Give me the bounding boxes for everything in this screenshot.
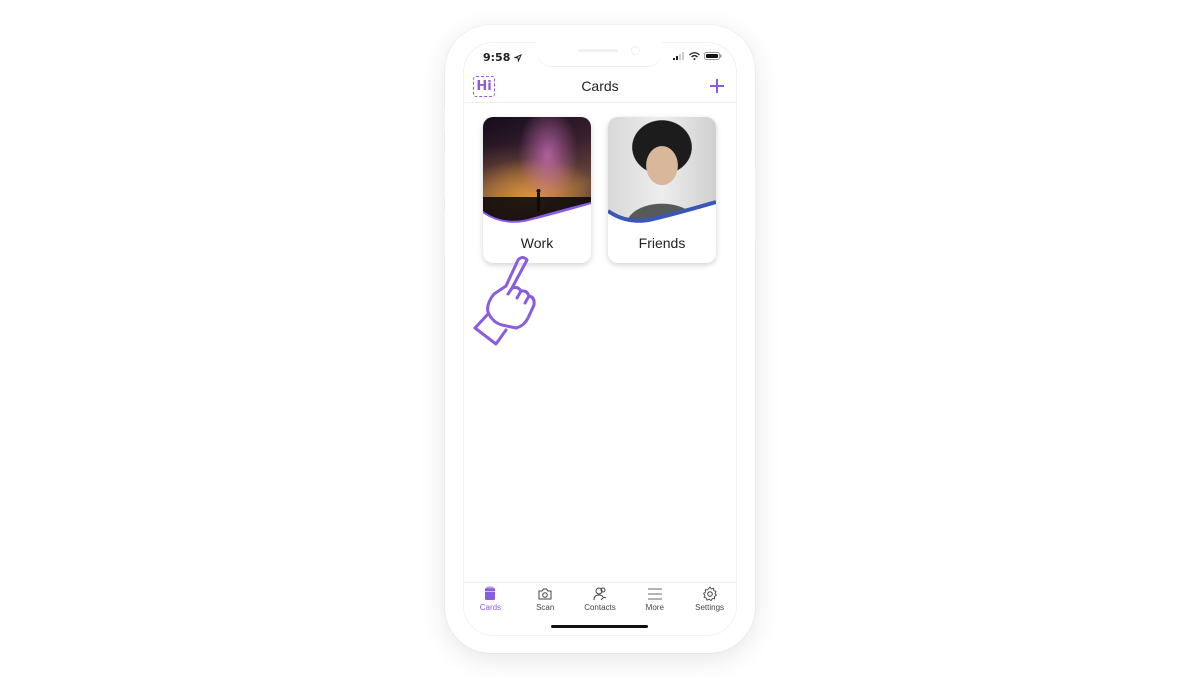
- home-indicator[interactable]: [551, 625, 648, 628]
- card-wave: [483, 197, 591, 227]
- card-label: Friends: [638, 235, 686, 251]
- tab-label: Contacts: [584, 603, 616, 612]
- tab-label: Settings: [695, 603, 725, 612]
- speaker: [578, 49, 618, 52]
- notch: [537, 42, 662, 66]
- location-arrow-icon: [513, 54, 523, 63]
- contacts-icon: [593, 587, 607, 601]
- plus-icon[interactable]: [709, 78, 725, 94]
- signal-icon: [673, 52, 684, 60]
- status-time: 9:58: [483, 51, 523, 64]
- card-label: Work: [520, 235, 554, 251]
- tab-label: Scan: [536, 603, 555, 612]
- tab-bar: Cards Scan Contacts More Settings: [463, 582, 737, 619]
- app-logo[interactable]: Hi: [473, 76, 495, 97]
- card-friends[interactable]: Friends: [608, 117, 716, 263]
- status-time-text: 9:58: [483, 51, 511, 64]
- logo-text: Hi: [476, 79, 492, 94]
- tab-settings[interactable]: Settings: [682, 583, 737, 619]
- tab-label: More: [645, 603, 664, 612]
- camera-icon: [538, 588, 552, 600]
- gear-icon: [702, 586, 717, 602]
- status-icons: [673, 52, 722, 60]
- tab-more[interactable]: More: [627, 583, 682, 619]
- battery-icon: [704, 52, 722, 60]
- wifi-icon: [689, 52, 700, 60]
- tab-contacts[interactable]: Contacts: [573, 583, 628, 619]
- mute-switch: [441, 108, 445, 132]
- tab-label: Cards: [479, 603, 502, 612]
- tab-scan[interactable]: Scan: [518, 583, 573, 619]
- tab-cards[interactable]: Cards: [463, 583, 518, 619]
- front-camera: [631, 46, 640, 55]
- pointing-hand-icon: [473, 256, 536, 346]
- volume-up-button: [441, 152, 445, 198]
- volume-down-button: [441, 210, 445, 256]
- cards-icon: [485, 586, 496, 600]
- power-button: [755, 168, 759, 242]
- card-wave: [608, 200, 716, 227]
- card-work[interactable]: Work: [483, 117, 591, 263]
- page-title: Cards: [581, 78, 619, 94]
- menu-icon: [647, 588, 662, 600]
